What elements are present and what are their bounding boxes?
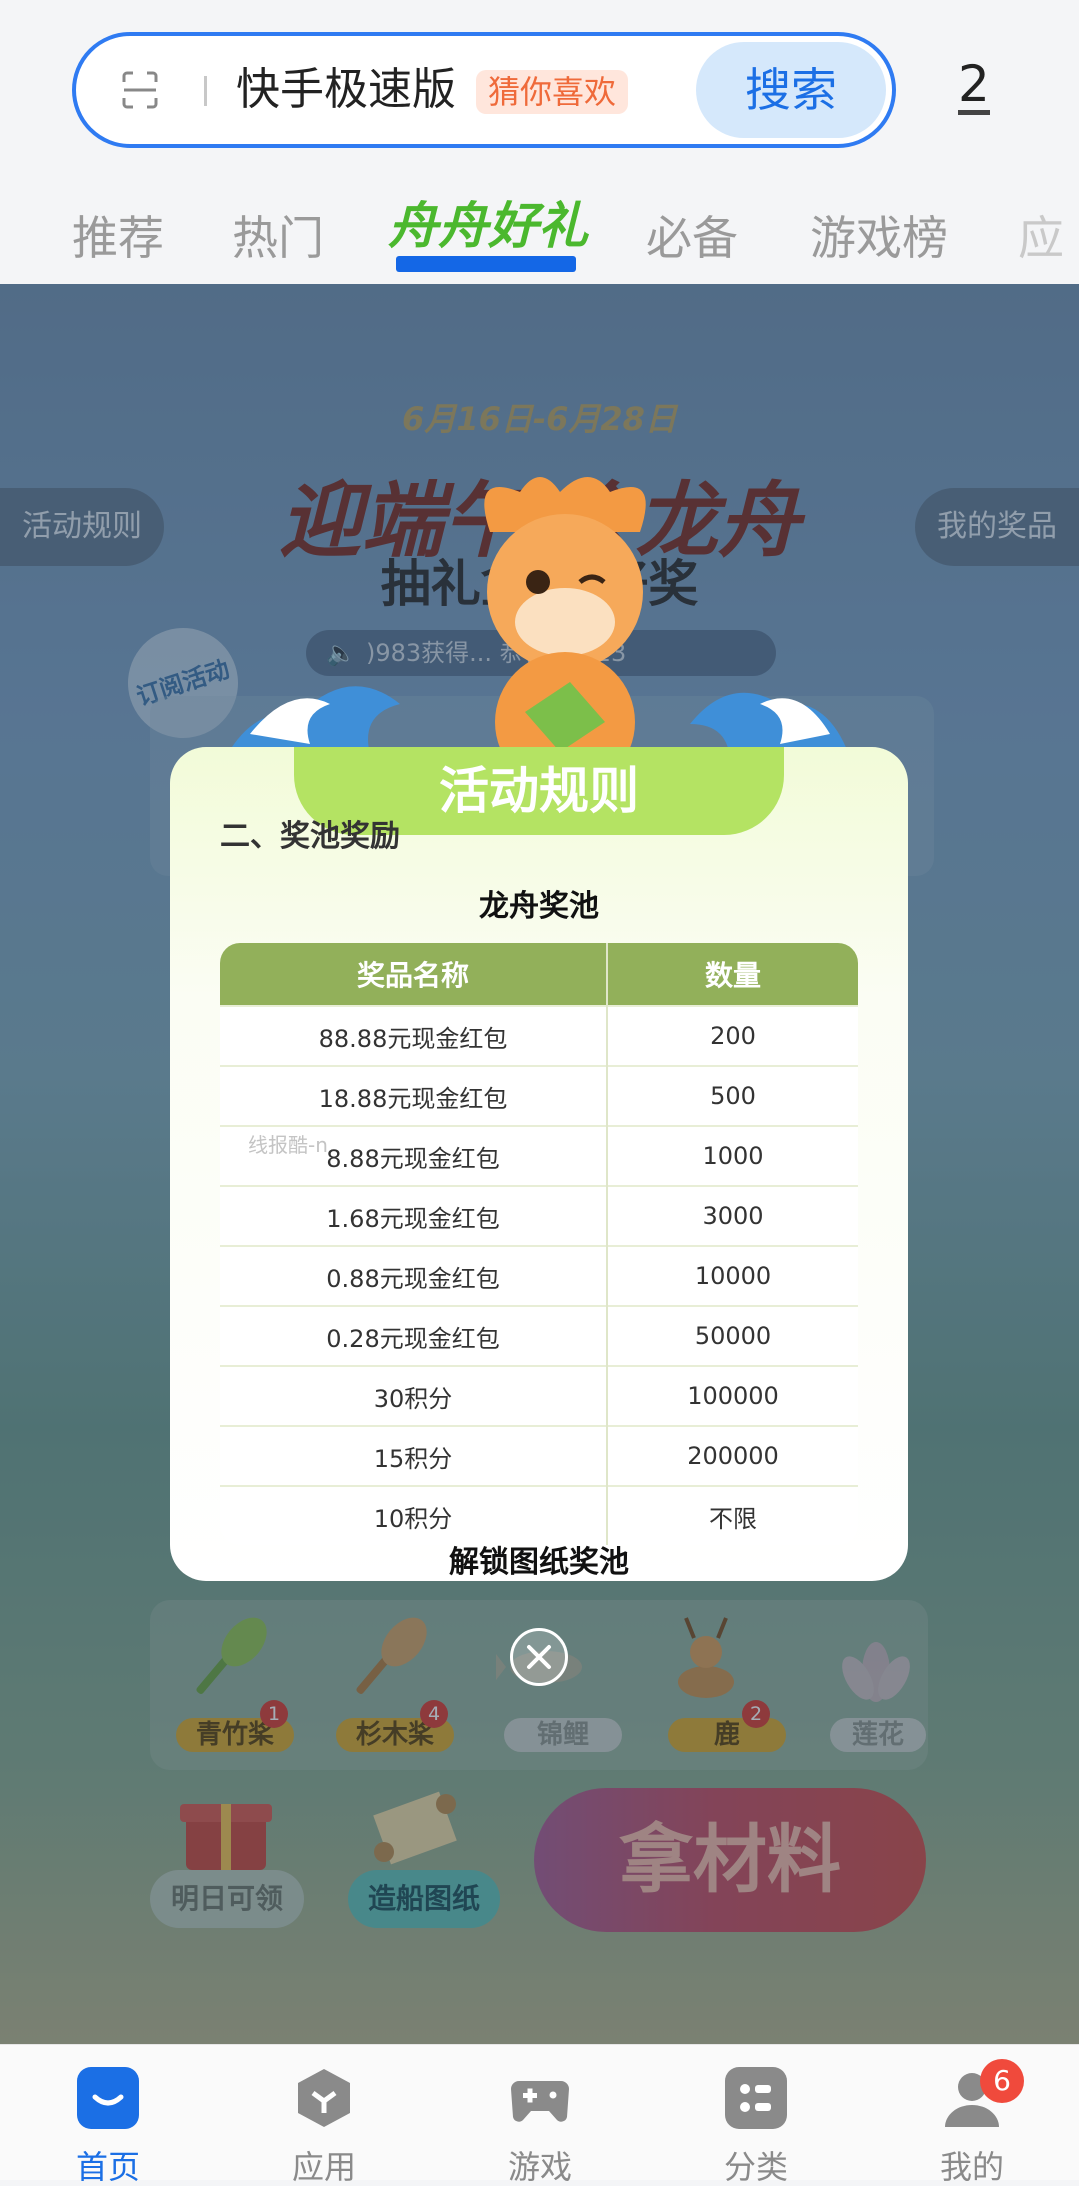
prize-name: 0.88元现金红包	[220, 1245, 608, 1306]
tab-hot[interactable]: 热门	[232, 208, 324, 268]
scan-icon[interactable]	[120, 70, 160, 110]
nav-apps[interactable]: 应用	[264, 2067, 384, 2185]
prize-quantity: 10000	[607, 1245, 858, 1306]
prize-name: 18.88元现金红包	[220, 1065, 608, 1126]
home-icon	[77, 2067, 139, 2129]
column-header-prize: 奖品名称	[220, 943, 608, 1006]
dragon-mascot	[484, 477, 646, 792]
table-row: 30积分 100000	[220, 1365, 858, 1426]
prize-name: 1.68元现金红包	[220, 1185, 608, 1246]
close-modal-button[interactable]	[510, 1628, 568, 1686]
prize-name: 88.88元现金红包	[220, 1005, 608, 1066]
category-tabs: 推荐 热门 舟舟好礼 必备 游戏榜 应	[0, 196, 1079, 284]
tab-apps-partial[interactable]: 应	[1018, 208, 1064, 268]
tab-essential[interactable]: 必备	[646, 208, 738, 268]
rules-modal: 活动规则 二、奖池奖励 龙舟奖池 奖品名称 数量 88.88元现金红包 200 1…	[170, 747, 908, 1581]
search-bar[interactable]: 快手极速版 猜你喜欢 搜索	[72, 32, 896, 148]
prize-quantity: 200	[607, 1005, 858, 1066]
tab-recommend[interactable]: 推荐	[72, 208, 164, 268]
apps-icon	[298, 2069, 350, 2127]
prize-quantity: 200000	[607, 1425, 858, 1486]
nav-category[interactable]: 分类	[696, 2067, 816, 2185]
watermark-text: 线报酷-n	[248, 1133, 328, 1157]
close-icon	[527, 1645, 551, 1669]
pool-title: 龙舟奖池	[479, 889, 599, 924]
category-icon	[725, 2067, 787, 2129]
notification-badge: 6	[980, 2059, 1024, 2103]
gamepad-icon	[511, 2081, 569, 2122]
table-header-row: 奖品名称 数量	[220, 943, 858, 1006]
nav-category-label: 分类	[723, 2148, 788, 2186]
table-row: 15积分 200000	[220, 1425, 858, 1486]
table-row: 88.88元现金红包 200	[220, 1005, 858, 1066]
table-row: 0.88元现金红包 10000	[220, 1245, 858, 1306]
nav-profile[interactable]: 6 我的	[912, 2059, 1032, 2186]
column-header-quantity: 数量	[607, 943, 858, 1006]
search-button[interactable]: 搜索	[696, 42, 886, 138]
activity-page: 6月16日-6月28日 迎端午 会龙舟 抽礼盒 赢好奖 活动规则 我的奖品 订阅…	[0, 284, 1079, 2044]
prize-name: 30积分	[220, 1365, 608, 1426]
prize-quantity: 50000	[607, 1305, 858, 1366]
nav-profile-label: 我的	[939, 2148, 1004, 2186]
unlock-pool-title: 解锁图纸奖池	[449, 1545, 629, 1580]
prize-name: 15积分	[220, 1425, 608, 1486]
table-row: 0.28元现金红包 50000	[220, 1305, 858, 1366]
table-row: 1.68元现金红包 3000	[220, 1185, 858, 1246]
tab-dragon-boat-gift[interactable]: 舟舟好礼	[388, 196, 588, 256]
bottom-navigation: 首页 应用 游戏 分类 6 我的	[0, 2044, 1079, 2185]
nav-games-label: 游戏	[507, 2148, 572, 2186]
tab-active-indicator	[396, 256, 576, 272]
prize-quantity: 3000	[607, 1185, 858, 1246]
nav-home-label: 首页	[75, 2148, 140, 2186]
nav-home[interactable]: 首页	[48, 2067, 168, 2185]
search-divider	[204, 76, 207, 106]
nav-games[interactable]: 游戏	[480, 2067, 600, 2185]
prize-quantity: 100000	[607, 1365, 858, 1426]
table-row: 18.88元现金红包 500	[220, 1065, 858, 1126]
prize-name: 0.28元现金红包	[220, 1305, 608, 1366]
search-input[interactable]: 快手极速版	[236, 62, 456, 118]
prize-quantity: 1000	[607, 1125, 858, 1186]
prize-quantity: 500	[607, 1065, 858, 1126]
section-title: 二、奖池奖励	[220, 819, 400, 854]
nav-apps-label: 应用	[291, 2148, 356, 2186]
guess-you-like-badge: 猜你喜欢	[476, 70, 629, 114]
prize-table: 奖品名称 数量 88.88元现金红包 200 18.88元现金红包 500 8.88…	[220, 943, 858, 1545]
download-count[interactable]: 2	[958, 58, 990, 115]
tab-game-rank[interactable]: 游戏榜	[810, 208, 948, 268]
